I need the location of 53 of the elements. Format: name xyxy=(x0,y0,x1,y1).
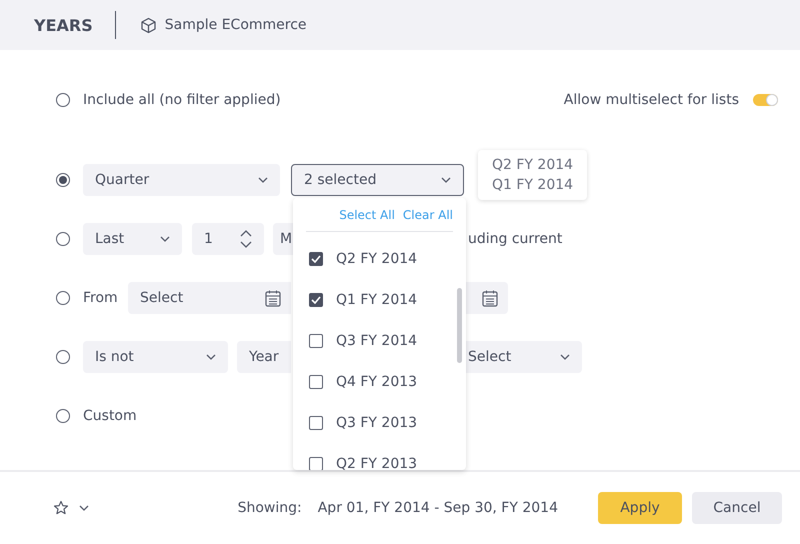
option-label: Custom xyxy=(83,408,137,424)
calendar-icon xyxy=(482,290,498,306)
chevron-icon xyxy=(560,354,570,360)
star-icon[interactable] xyxy=(53,500,69,516)
checkbox[interactable] xyxy=(309,292,323,306)
radio-button[interactable] xyxy=(56,232,70,246)
cube-icon xyxy=(140,16,157,34)
checkbox[interactable] xyxy=(309,252,323,266)
chevron-icon xyxy=(258,177,268,183)
multiselect-field[interactable]: 2 selected xyxy=(291,164,464,196)
option-label[interactable]: Q2 FY 2013 xyxy=(336,456,418,470)
checkbox[interactable] xyxy=(309,416,323,430)
select-field[interactable]: Quarter xyxy=(83,164,280,196)
date-field[interactable] xyxy=(464,282,508,314)
option-label: uding current xyxy=(468,231,562,247)
apply-button[interactable]: Apply xyxy=(598,492,682,524)
scrollbar[interactable] xyxy=(457,288,462,363)
select-field[interactable]: M xyxy=(273,223,293,255)
calendar-icon xyxy=(265,290,281,306)
selection-tooltip: Q2 FY 2014 Q1 FY 2014 xyxy=(478,150,588,200)
stepper-icon[interactable] xyxy=(240,229,252,249)
select-field[interactable]: Select xyxy=(464,341,582,373)
filter-title: YEARS xyxy=(34,16,93,34)
option-label: From xyxy=(83,290,118,306)
radio-button[interactable] xyxy=(56,350,70,364)
checkbox[interactable] xyxy=(309,374,323,388)
multiselect-toggle[interactable] xyxy=(753,94,778,106)
radio-button[interactable] xyxy=(56,291,70,305)
option-label[interactable]: Q3 FY 2014 xyxy=(336,332,418,348)
showing-label: Showing: xyxy=(238,500,302,516)
date-range: Apr 01, FY 2014 - Sep 30, FY 2014 xyxy=(318,500,558,516)
chevron-icon xyxy=(79,505,89,511)
checkbox[interactable] xyxy=(309,334,323,348)
date-field[interactable]: Select xyxy=(128,282,291,314)
checkbox[interactable] xyxy=(309,456,323,470)
multiselect-label: Allow multiselect for lists xyxy=(564,92,739,108)
select-field[interactable]: Is not xyxy=(83,341,228,373)
chevron-icon xyxy=(160,236,170,242)
radio-button[interactable] xyxy=(56,93,70,107)
option-label: Include all (no filter applied) xyxy=(83,92,281,108)
select-field[interactable]: Year xyxy=(237,341,291,373)
select-field[interactable]: Last xyxy=(83,223,182,255)
option-label[interactable]: Q2 FY 2014 xyxy=(336,250,418,266)
number-field[interactable]: 1 xyxy=(192,223,264,255)
chevron-icon xyxy=(441,177,451,183)
radio-button[interactable] xyxy=(56,409,70,423)
cancel-button[interactable]: Cancel xyxy=(692,492,782,524)
option-label[interactable]: Q1 FY 2014 xyxy=(336,292,418,308)
radio-button[interactable] xyxy=(56,173,70,187)
option-label[interactable]: Q4 FY 2013 xyxy=(336,374,418,390)
option-label[interactable]: Q3 FY 2013 xyxy=(336,414,418,430)
data-source: Sample ECommerce xyxy=(164,17,307,33)
chevron-icon xyxy=(206,354,216,360)
